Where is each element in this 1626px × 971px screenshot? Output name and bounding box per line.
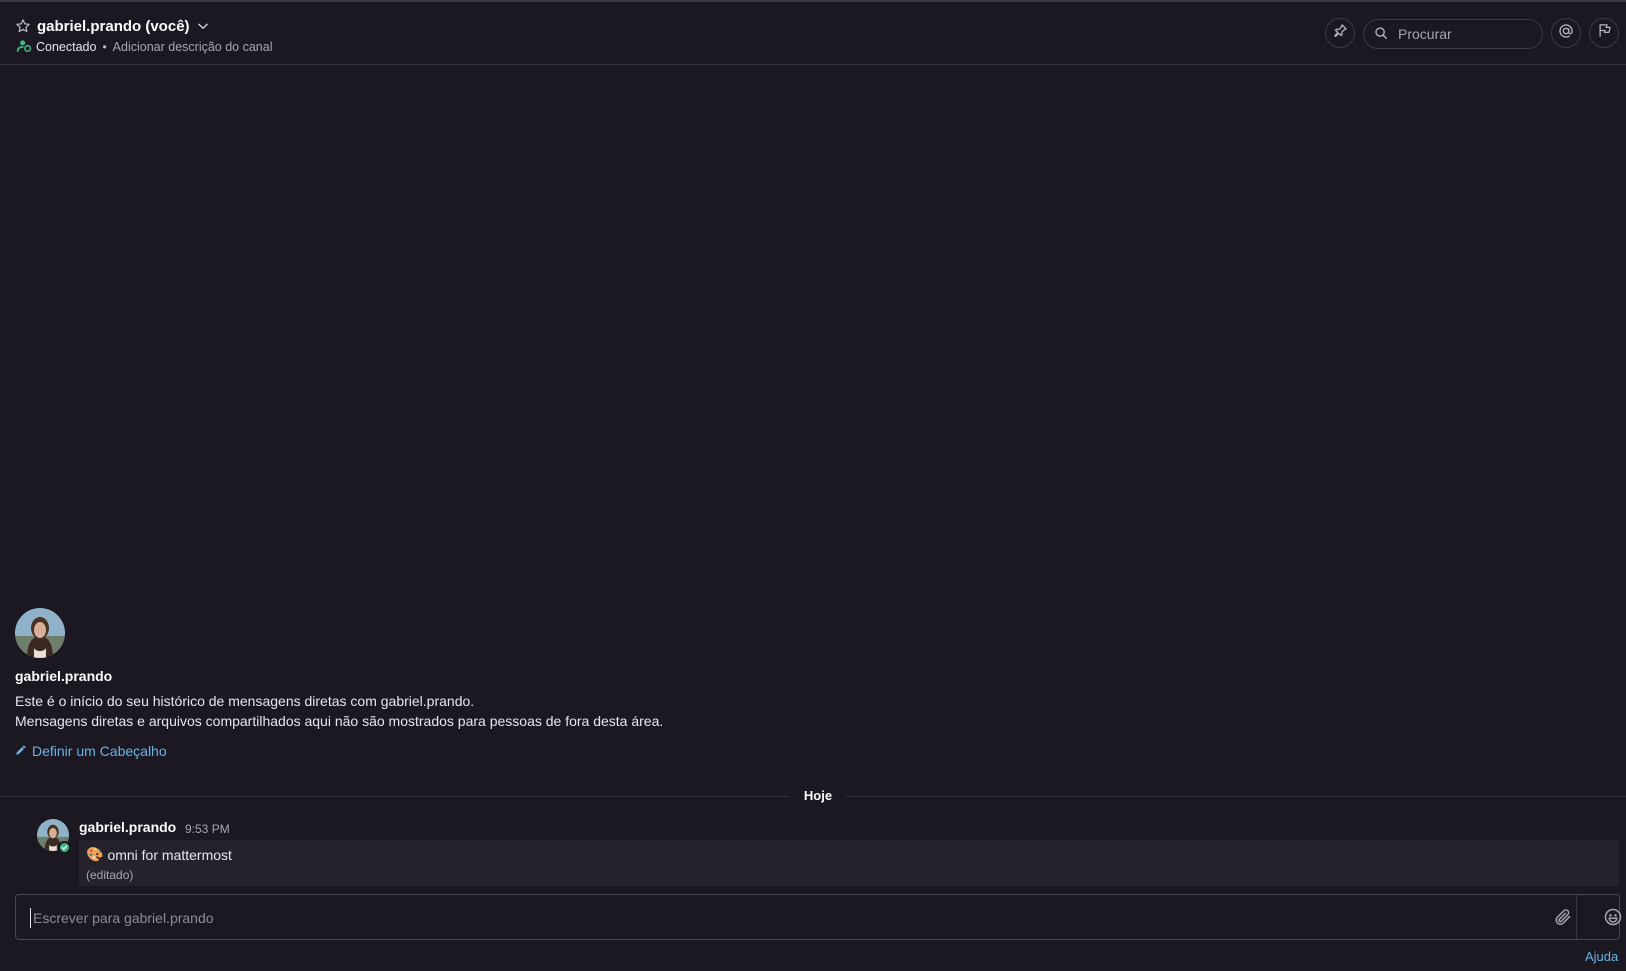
flag-icon — [1597, 23, 1612, 43]
date-separator: Hoje — [803, 788, 833, 803]
emoji-picker-icon[interactable] — [1603, 907, 1623, 927]
search-box[interactable] — [1363, 19, 1543, 49]
online-people-icon — [16, 39, 32, 56]
online-status-icon — [58, 841, 71, 854]
edited-indicator: (editado) — [86, 868, 134, 882]
channel-title-button[interactable]: gabriel.prando (você) — [15, 16, 210, 36]
chevron-down-icon[interactable] — [196, 19, 210, 33]
set-header-label: Definir um Cabeçalho — [32, 743, 167, 759]
channel-name[interactable]: gabriel.prando (você) — [37, 18, 190, 35]
intro-text-line: Mensagens diretas e arquivos compartilha… — [15, 713, 664, 729]
star-outline-icon[interactable] — [15, 18, 31, 34]
recent-mentions-button[interactable] — [1551, 18, 1581, 48]
palette-emoji-icon: 🎨 — [86, 846, 104, 862]
date-separator-line — [0, 796, 790, 797]
flagged-posts-button[interactable] — [1589, 18, 1619, 48]
paperclip-icon[interactable] — [1553, 907, 1573, 927]
post-text: omni for mattermost — [107, 846, 232, 863]
composer-divider — [1576, 895, 1577, 939]
date-separator-line — [846, 796, 1626, 797]
pin-icon — [1333, 23, 1348, 43]
post-timestamp[interactable]: 9:53 PM — [185, 822, 230, 836]
post-message[interactable]: 🎨 omni for mattermost (editado) — [79, 840, 1619, 886]
post-text-row: 🎨 omni for mattermost — [86, 846, 232, 863]
help-link[interactable]: Ajuda — [1585, 949, 1618, 964]
search-icon — [1374, 26, 1388, 43]
intro-text-line: Este é o início do seu histórico de mens… — [15, 693, 475, 709]
add-description-link[interactable]: Adicionar descrição do canal — [113, 40, 273, 54]
message-input[interactable] — [30, 908, 1510, 928]
set-header-button[interactable]: Definir um Cabeçalho — [15, 743, 167, 759]
separator-dot: • — [102, 40, 107, 54]
message-composer — [15, 894, 1623, 940]
pencil-icon — [15, 743, 27, 759]
search-input[interactable] — [1396, 25, 1526, 43]
intro-avatar[interactable] — [15, 608, 65, 658]
pinned-messages-button[interactable] — [1325, 18, 1355, 48]
at-icon — [1558, 23, 1574, 44]
post-author[interactable]: gabriel.prando — [79, 819, 176, 835]
channel-subtitle: Conectado • Adicionar descrição do canal — [16, 39, 273, 56]
channel-header: gabriel.prando (você) Conectado • Adicio… — [0, 2, 1626, 65]
intro-username: gabriel.prando — [15, 668, 113, 684]
status-text: Conectado — [36, 40, 97, 54]
